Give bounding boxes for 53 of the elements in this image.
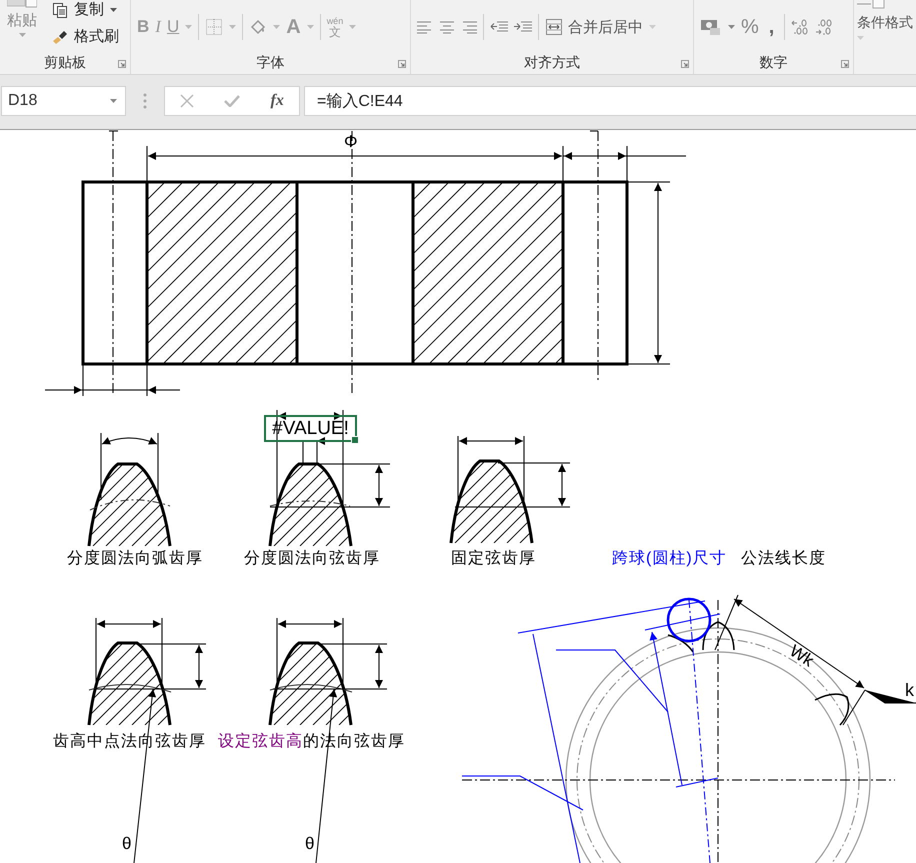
caret-icon (273, 25, 280, 29)
caret-icon (349, 25, 356, 29)
diameter-symbol: Φ (344, 133, 358, 150)
caret-icon (110, 99, 117, 103)
k-label: k (905, 681, 914, 699)
copy-button[interactable]: 复制 (74, 0, 104, 19)
align-right-icon[interactable] (461, 20, 477, 34)
dialog-launcher-icon[interactable] (398, 60, 406, 68)
caption: 跨球(圆柱)尺寸 (612, 550, 727, 568)
dialog-launcher-icon[interactable] (118, 60, 126, 68)
fill-bucket-icon[interactable] (249, 18, 268, 36)
group-label: 字体 (256, 54, 284, 72)
align-left-icon[interactable] (417, 20, 433, 34)
caret-icon (728, 25, 735, 29)
group-label: 对齐方式 (524, 54, 580, 72)
cancel-icon[interactable] (180, 94, 194, 108)
caption: 公法线长度 (741, 550, 826, 568)
group-label: 数字 (760, 54, 788, 72)
caption: 分度圆法向弧齿厚 (67, 550, 203, 568)
caption: 固定弦齿厚 (451, 550, 536, 568)
caret-icon (229, 25, 236, 29)
merge-cells-icon (545, 18, 563, 36)
caret-icon (649, 25, 656, 29)
group-label: 剪贴板 (44, 54, 86, 72)
caret-icon (306, 25, 314, 29)
caption: 分度圆法向弦齿厚 (244, 550, 380, 568)
checkmark-icon[interactable] (224, 95, 240, 107)
name-box[interactable]: D18 (1, 86, 126, 116)
conditional-format-icon[interactable] (857, 0, 885, 10)
caret-icon (18, 33, 26, 37)
borders-icon[interactable] (205, 18, 224, 36)
angle-symbol: θ (122, 835, 132, 852)
copy-icon (52, 2, 68, 18)
angle-symbol: θ (305, 835, 314, 852)
caret-icon (857, 36, 864, 40)
conditional-format-button[interactable]: 条件格式 (857, 14, 913, 32)
format-painter-button[interactable]: 格式刷 (74, 27, 119, 46)
decrease-decimal-icon[interactable] (815, 18, 834, 36)
currency-icon[interactable] (700, 18, 722, 36)
insert-function-button[interactable]: fx (270, 92, 284, 110)
span-length-label: Wk (786, 642, 817, 670)
drag-handle-icon[interactable] (143, 93, 147, 109)
dialog-launcher-icon[interactable] (681, 60, 689, 68)
dialog-launcher-icon[interactable] (841, 60, 849, 68)
comma-style-button[interactable]: , (764, 17, 778, 37)
paste-icon[interactable] (7, 0, 37, 8)
increase-decimal-icon[interactable] (791, 18, 810, 36)
caret-icon (185, 25, 192, 29)
align-center-icon[interactable] (439, 20, 455, 34)
caret-icon (110, 8, 117, 12)
merge-center-button[interactable]: 合并后居中 (545, 18, 643, 36)
formula-field[interactable]: =输入C!E44 (304, 86, 916, 116)
brush-icon (52, 28, 68, 44)
